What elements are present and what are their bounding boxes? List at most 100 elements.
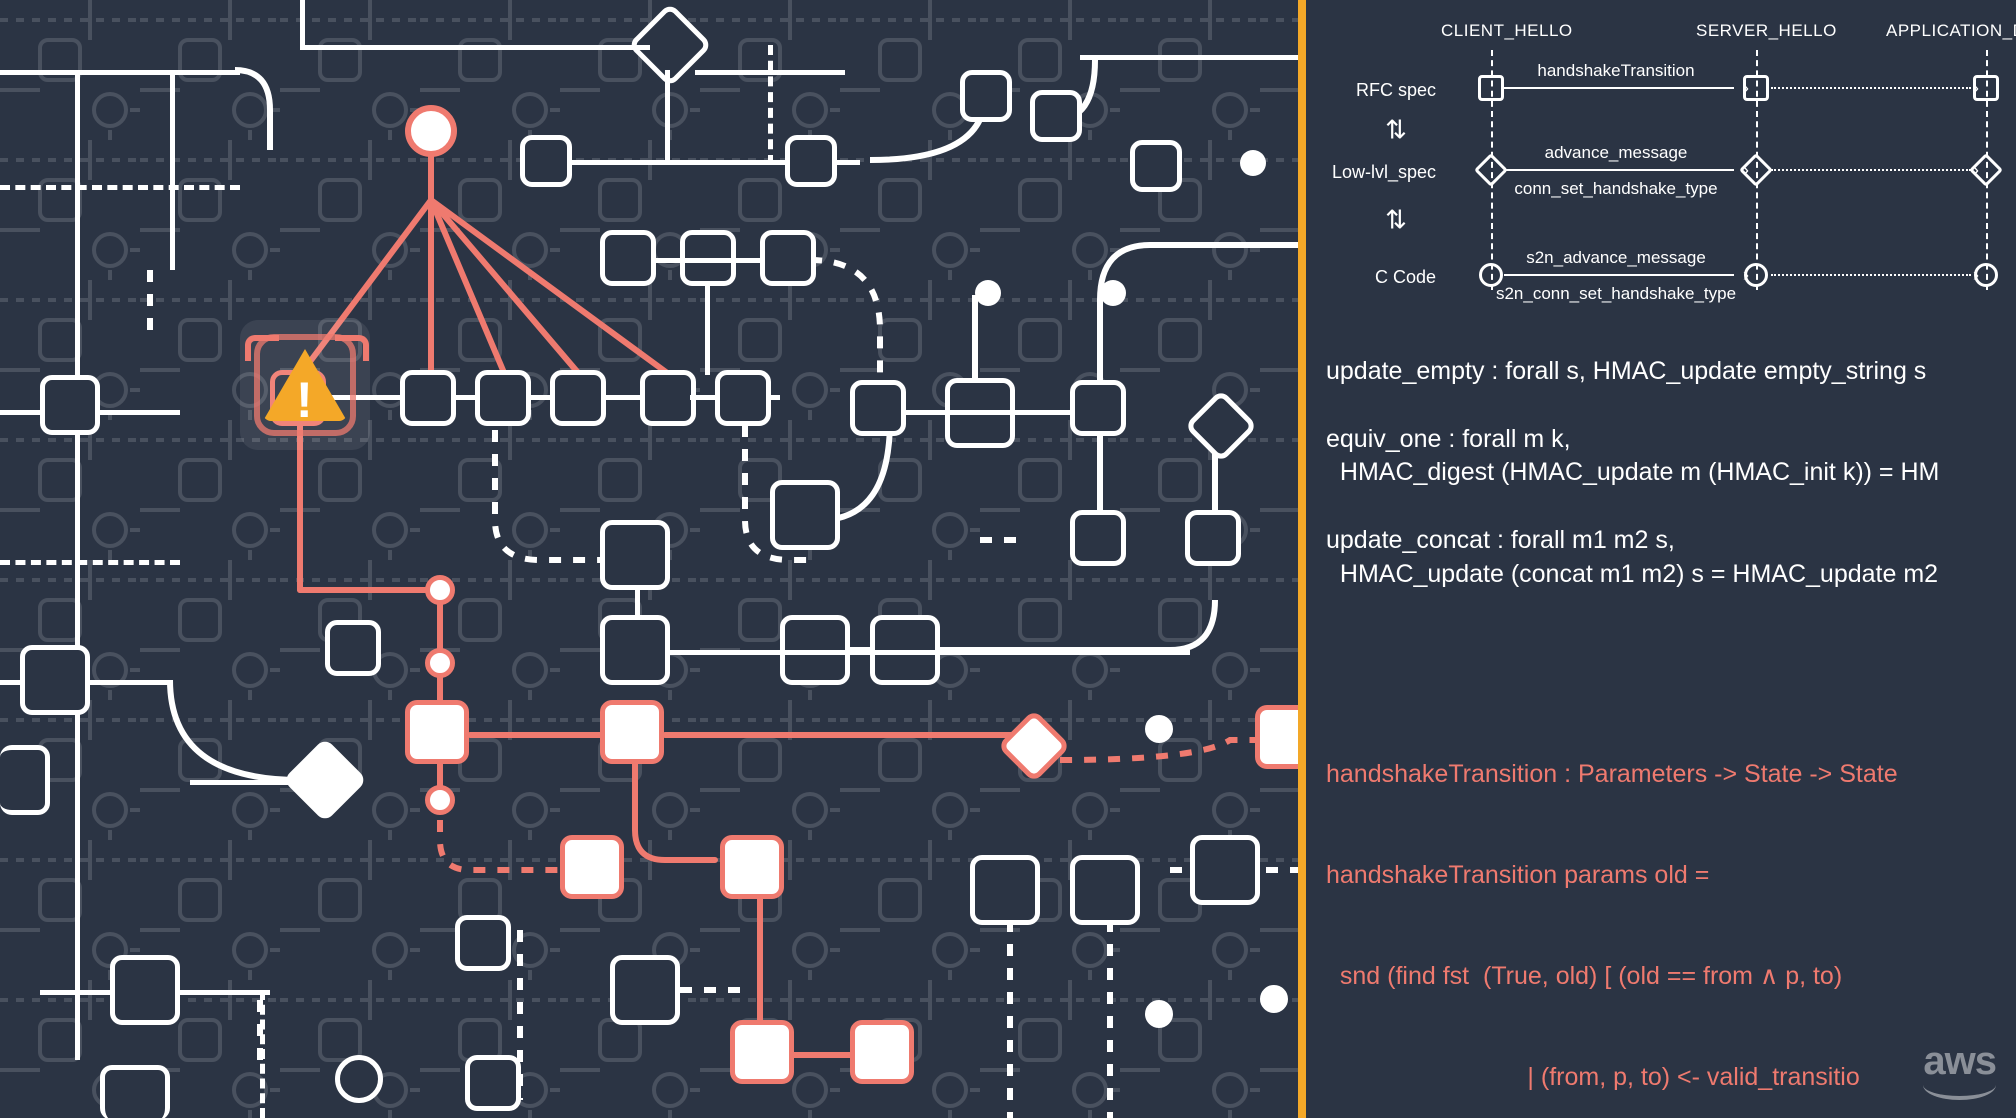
node-circle bbox=[335, 1055, 383, 1103]
node-dot bbox=[1260, 985, 1288, 1013]
node-square bbox=[465, 1055, 521, 1111]
node-square bbox=[760, 230, 816, 286]
graph-canvas: ! bbox=[0, 0, 1298, 1118]
node-square bbox=[1190, 835, 1260, 905]
node-square bbox=[1070, 380, 1126, 436]
node-dot bbox=[1145, 715, 1173, 743]
decor bbox=[245, 335, 279, 361]
node-square bbox=[640, 370, 696, 426]
edge bbox=[300, 45, 650, 50]
node-diamond-hl bbox=[1008, 720, 1060, 772]
node-square bbox=[1130, 140, 1182, 192]
edge bbox=[665, 70, 670, 160]
tline bbox=[1504, 87, 1734, 89]
edge-dashed bbox=[260, 990, 265, 1118]
col-client-hello: CLIENT_HELLO bbox=[1441, 20, 1573, 43]
timeline-diagram: CLIENT_HELLO SERVER_HELLO APPLICATION_DA… bbox=[1326, 20, 2006, 310]
edge-dashed bbox=[0, 560, 180, 565]
edge bbox=[655, 258, 765, 263]
edge bbox=[670, 650, 1190, 655]
node-square bbox=[610, 955, 680, 1025]
node-square bbox=[0, 745, 50, 815]
node-square bbox=[1070, 855, 1140, 925]
node-square bbox=[770, 480, 840, 550]
node-square bbox=[455, 915, 511, 971]
node-square bbox=[970, 855, 1040, 925]
node-square bbox=[1185, 510, 1241, 566]
right-panel: CLIENT_HELLO SERVER_HELLO APPLICATION_DA… bbox=[1306, 0, 2016, 1118]
node-square bbox=[850, 380, 906, 436]
edge-dashed bbox=[768, 45, 773, 165]
node-square bbox=[600, 230, 656, 286]
code-block: handshakeTransition : Parameters -> Stat… bbox=[1326, 690, 1951, 1118]
node-square-hl bbox=[850, 1020, 914, 1084]
edge bbox=[170, 70, 175, 270]
edge bbox=[300, 0, 305, 45]
code-line: | (from, p, to) <- valid_transitio bbox=[1326, 1061, 1951, 1095]
label-s2n-adv: s2n_advance_message bbox=[1496, 247, 1736, 270]
node-square bbox=[520, 135, 572, 187]
node-dot-hl bbox=[425, 575, 455, 605]
aws-text: aws bbox=[1923, 1039, 1996, 1083]
aws-smile-icon bbox=[1923, 1082, 1996, 1100]
label-s2n-conn: s2n_conn_set_handshake_type bbox=[1476, 283, 1756, 306]
node-square bbox=[325, 620, 381, 676]
node-dot bbox=[1240, 150, 1266, 176]
code-line: handshakeTransition params old = bbox=[1326, 859, 1951, 893]
node-square bbox=[110, 955, 180, 1025]
arrow-right-icon: › bbox=[1743, 76, 1749, 100]
vertical-separator bbox=[1298, 0, 1306, 1118]
node-square bbox=[400, 370, 456, 426]
row-lowlvl: Low-lvl_spec bbox=[1306, 160, 1436, 184]
edge bbox=[1080, 55, 1298, 60]
node-dot bbox=[1100, 280, 1126, 306]
node-square bbox=[1030, 90, 1082, 142]
node-dot bbox=[1145, 1000, 1173, 1028]
edge bbox=[0, 70, 240, 75]
node-square-hl bbox=[405, 700, 469, 764]
spec-text: update_empty : forall s, HMAC_update emp… bbox=[1326, 355, 1939, 591]
col-app-data: APPLICATION_DA bbox=[1886, 20, 2016, 43]
node-square bbox=[600, 615, 670, 685]
node-source-circle bbox=[405, 105, 457, 157]
aws-logo: aws bbox=[1923, 1034, 1996, 1100]
code-line: snd (find fst (True, old) [ (old == from… bbox=[1326, 960, 1951, 994]
node-square-hl bbox=[600, 700, 664, 764]
label-conn-set: conn_set_handshake_type bbox=[1486, 178, 1746, 201]
node-square bbox=[40, 375, 100, 435]
tline-dotted bbox=[1771, 169, 1971, 171]
tline bbox=[1504, 274, 1734, 276]
node-dot-hl bbox=[425, 785, 455, 815]
bidir-arrow-icon: ⇅ bbox=[1385, 202, 1407, 237]
tline bbox=[1504, 169, 1734, 171]
label-handshake: handshakeTransition bbox=[1506, 60, 1726, 83]
t-node-square bbox=[1478, 75, 1504, 101]
arrow-right-icon: › bbox=[1973, 76, 1979, 100]
node-square bbox=[960, 70, 1012, 122]
node-square-hl bbox=[1255, 705, 1298, 769]
bidir-arrow-icon: ⇅ bbox=[1385, 112, 1407, 147]
node-square-hl bbox=[720, 835, 784, 899]
edge bbox=[75, 70, 80, 1060]
edge bbox=[190, 780, 305, 785]
edge bbox=[705, 285, 710, 375]
code-line: handshakeTransition : Parameters -> Stat… bbox=[1326, 758, 1951, 792]
node-square bbox=[1070, 510, 1126, 566]
row-ccode: C Code bbox=[1306, 265, 1436, 289]
node-square-hl bbox=[730, 1020, 794, 1084]
node-square bbox=[475, 370, 531, 426]
arrow-right-icon: › bbox=[1973, 158, 1979, 182]
node-square bbox=[100, 1065, 170, 1118]
row-rfc: RFC spec bbox=[1306, 78, 1436, 102]
node-square bbox=[600, 520, 670, 590]
node-dot-hl bbox=[425, 648, 455, 678]
decor bbox=[335, 335, 369, 361]
edge bbox=[905, 410, 1075, 415]
node-square bbox=[20, 645, 90, 715]
edge-dashed bbox=[0, 185, 240, 190]
node-dot bbox=[975, 280, 1001, 306]
node-square bbox=[715, 370, 771, 426]
arrow-right-icon: › bbox=[1973, 263, 1979, 287]
tline-dotted bbox=[1771, 274, 1971, 276]
node-diamond bbox=[1195, 400, 1247, 452]
